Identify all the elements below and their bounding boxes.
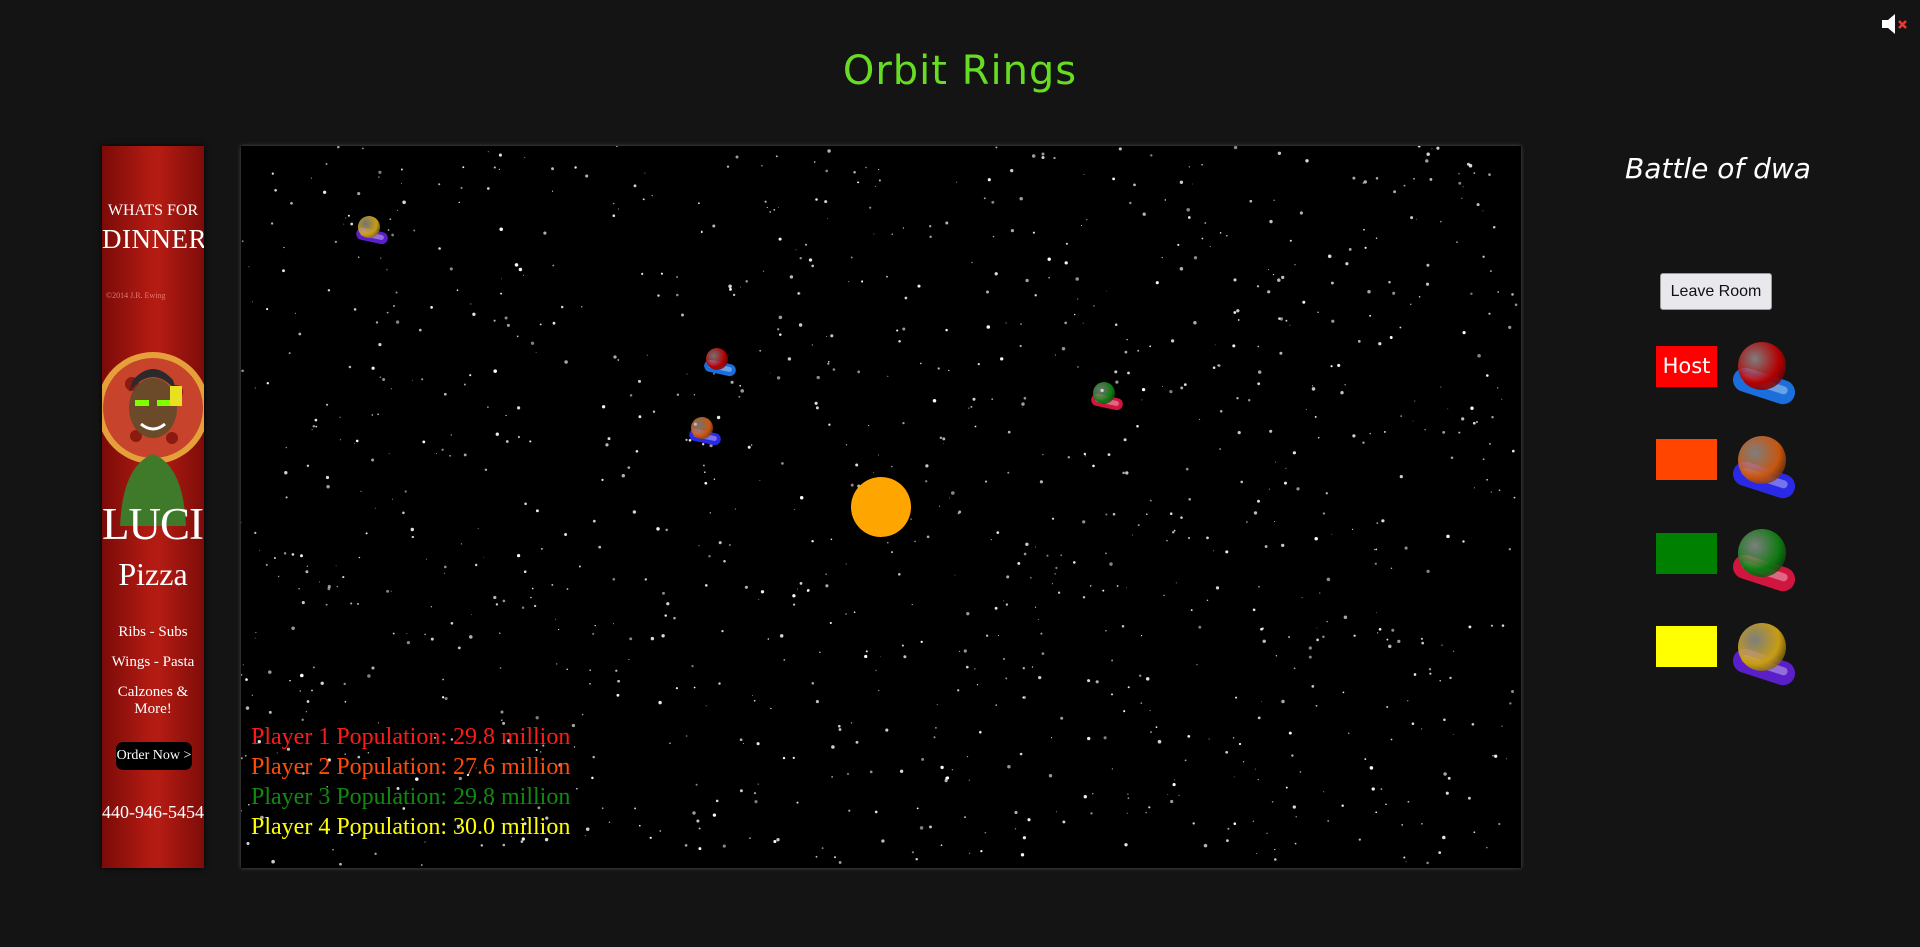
pizza-advertisement[interactable]: WHATS FOR DINNER? ©2014 J.R. Ewing LUCIO… [102, 146, 204, 868]
player-2-population: Player 2 Population: 27.6 million [251, 754, 571, 780]
planet-icon [1738, 342, 1786, 390]
player-1-color-swatch: Host [1656, 346, 1717, 387]
player-4-avatar [1729, 623, 1800, 693]
planet-icon [706, 348, 728, 370]
ad-headline-line1: WHATS FOR [107, 202, 199, 219]
planet-icon [691, 417, 713, 439]
player-4-color-swatch [1656, 626, 1717, 667]
player-3-avatar [1729, 529, 1800, 599]
planet-icon [358, 216, 380, 238]
game-title: Orbit Rings [842, 48, 1078, 94]
planet-icon [1093, 382, 1115, 404]
ad-headline-line2: DINNER? [102, 224, 204, 254]
planet-icon [1738, 623, 1786, 671]
ad-phone-number: 440-946-5454 [102, 802, 204, 822]
planet-icon [1738, 436, 1786, 484]
player-1-planet-ship [703, 348, 738, 382]
ad-menu-line: Wings - Pasta [111, 654, 195, 670]
player-4-population: Player 4 Population: 30.0 million [251, 814, 571, 840]
player-4-planet-ship [355, 216, 390, 250]
player-1-avatar [1729, 342, 1800, 412]
player-3-color-swatch [1656, 533, 1717, 574]
player-2-color-swatch [1656, 439, 1717, 480]
room-name: Battle of dwa [1625, 152, 1811, 185]
leave-room-button[interactable]: Leave Room [1660, 273, 1772, 310]
player-3-planet-ship [1090, 382, 1125, 416]
ad-copyright: ©2014 J.R. Ewing [106, 291, 166, 300]
player-3-population: Player 3 Population: 29.8 million [251, 784, 571, 810]
player-2-planet-ship [688, 417, 723, 451]
game-canvas[interactable]: Player 1 Population: 29.8 million Player… [241, 146, 1521, 868]
ad-brand-name: LUCIO'S [102, 499, 204, 549]
planet-icon [1738, 529, 1786, 577]
player-1-population: Player 1 Population: 29.8 million [251, 724, 571, 750]
mute-toggle-icon[interactable] [1880, 12, 1910, 36]
player-2-avatar [1729, 436, 1800, 506]
ad-character-illustration [102, 352, 204, 526]
sun [851, 477, 911, 537]
host-label: Host [1662, 354, 1711, 378]
ad-brand-subtitle: Pizza [118, 556, 188, 592]
ad-menu-line: Ribs - Subs [118, 624, 188, 640]
ad-menu-line: Calzones & More! [117, 684, 189, 717]
ad-order-now-button[interactable]: Order Now > [116, 742, 192, 770]
